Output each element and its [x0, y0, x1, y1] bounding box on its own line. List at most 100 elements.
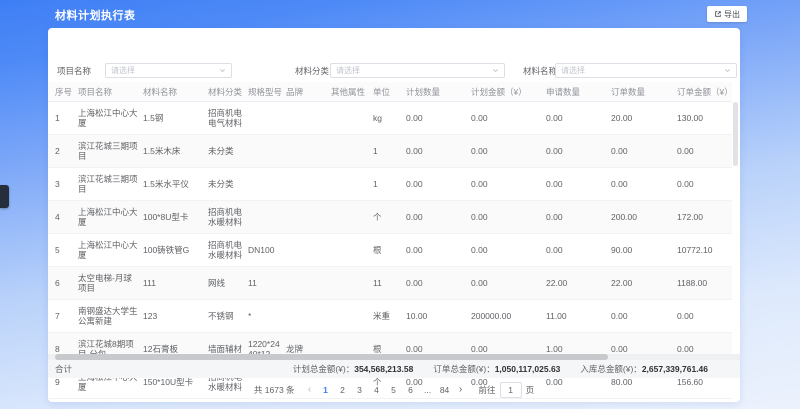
pager-page[interactable]: 1 [320, 385, 332, 395]
cell: 111 [143, 267, 208, 300]
pager-page[interactable]: 3 [354, 385, 366, 395]
cell: 上海松江中心大厦 [78, 201, 143, 234]
cell [331, 234, 373, 267]
filter-label-project: 项目名称 [57, 64, 91, 78]
cell: 123 [143, 300, 208, 333]
cell: 个 [373, 201, 406, 234]
material-category-select[interactable]: 请选择 [330, 63, 505, 78]
cell: 22.00 [546, 267, 611, 300]
cell: 未分类 [208, 135, 248, 168]
material-name-placeholder: 请选择 [561, 65, 585, 76]
cell: 不锈钢 [208, 300, 248, 333]
prev-page-button[interactable]: ‹ [305, 385, 315, 395]
cell: 太空电梯-月球项目 [78, 267, 143, 300]
next-page-button[interactable]: › [456, 385, 466, 395]
cell [286, 102, 331, 135]
chevron-down-icon [492, 67, 499, 74]
cell: 滨江花城三期项目 [78, 135, 143, 168]
table-row: 4上海松江中心大厦100*8U型卡招商机电 水暖材料个0.000.000.002… [48, 201, 732, 234]
cell: 11.00 [546, 300, 611, 333]
cell: 0.00 [406, 102, 471, 135]
column-header: 计划数量 [406, 82, 471, 102]
cell: 招商机电 电气材料 [208, 102, 248, 135]
pager-pages: 123456... 84 [320, 385, 451, 395]
export-button[interactable]: 导出 [707, 6, 747, 22]
cell: 200000.00 [471, 300, 546, 333]
goto-page-group: 前往 页 [479, 382, 535, 398]
materials-table: 序号项目名称材料名称材料分类规格型号品牌其他属性单位计划数量计划金额（¥）申请数… [48, 82, 732, 399]
cell [286, 234, 331, 267]
goto-page-input[interactable] [500, 382, 522, 398]
pager-page[interactable]: 5 [388, 385, 400, 395]
inbound-total-value: 2,657,339,761.46 [642, 364, 708, 374]
cell: 11 [373, 267, 406, 300]
cell: 1 [373, 168, 406, 201]
cell: 0.00 [406, 201, 471, 234]
cell: 1.5钢 [143, 102, 208, 135]
cell: 1.5米水平仪 [143, 168, 208, 201]
column-header: 计划金额（¥） [471, 82, 546, 102]
chevron-down-icon [724, 67, 731, 74]
pager-page[interactable]: 84 [439, 385, 451, 395]
cell: 0.00 [677, 300, 732, 333]
project-name-select[interactable]: 请选择 [105, 63, 232, 78]
column-header: 申请数量 [546, 82, 611, 102]
export-button-label: 导出 [724, 9, 740, 20]
pager-page[interactable]: 6 [405, 385, 417, 395]
cell: 4 [48, 201, 78, 234]
cell: 0.00 [406, 234, 471, 267]
cell: 未分类 [208, 168, 248, 201]
cell: 1 [48, 102, 78, 135]
cell [331, 300, 373, 333]
pager-ellipsis: ... [422, 385, 434, 395]
cell: 0.00 [611, 168, 677, 201]
cell: DN100 [248, 234, 286, 267]
cell: 0.00 [471, 234, 546, 267]
cell: 0.00 [546, 234, 611, 267]
vertical-scrollbar-thumb[interactable] [733, 102, 738, 166]
cell: 南钢盛达大学生公寓新建 [78, 300, 143, 333]
sidebar-toggle-handle[interactable] [0, 185, 9, 208]
content-card: 项目名称 请选择 材料分类 请选择 材料名称 请选择 搜索 清空搜索 序号项目名… [48, 28, 740, 402]
cell [286, 201, 331, 234]
cell: 0.00 [677, 168, 732, 201]
column-header: 其他属性 [331, 82, 373, 102]
material-category-placeholder: 请选择 [336, 65, 360, 76]
cell [331, 102, 373, 135]
pager-page[interactable]: 2 [337, 385, 349, 395]
pager-page[interactable]: 4 [371, 385, 383, 395]
cell: 6 [48, 267, 78, 300]
cell [286, 168, 331, 201]
filter-label-material-name: 材料名称 [523, 64, 557, 78]
cell [248, 168, 286, 201]
cell: 200.00 [611, 201, 677, 234]
cell: 5 [48, 234, 78, 267]
cell: 根 [373, 234, 406, 267]
cell: 0.00 [471, 267, 546, 300]
table-row: 7南钢盛达大学生公寓新建123不锈钢*米重10.00200000.0011.00… [48, 300, 732, 333]
cell: 1 [373, 135, 406, 168]
project-name-placeholder: 请选择 [111, 65, 135, 76]
planned-total-label: 计划总金额(¥)： [293, 363, 354, 375]
cell: 90.00 [611, 234, 677, 267]
cell: 10.00 [406, 300, 471, 333]
cell: 0.00 [471, 201, 546, 234]
cell: 0.00 [406, 267, 471, 300]
column-header: 材料分类 [208, 82, 248, 102]
page-title: 材料计划执行表 [55, 7, 136, 23]
cell [248, 201, 286, 234]
material-name-select[interactable]: 请选择 [555, 63, 737, 78]
column-header: 品牌 [286, 82, 331, 102]
vertical-scrollbar[interactable] [733, 102, 738, 352]
table-row: 2滨江花城三期项目1.5米木床未分类10.000.000.000.000.00 [48, 135, 732, 168]
cell: 0.00 [471, 135, 546, 168]
cell: 1.5米木床 [143, 135, 208, 168]
cell: 0.00 [546, 102, 611, 135]
chevron-down-icon [219, 67, 226, 74]
column-header: 序号 [48, 82, 78, 102]
order-total: 订单总金额(¥)： 1,050,117,025.63 [433, 363, 560, 375]
cell: 0.00 [406, 168, 471, 201]
summary-label: 合计 [55, 363, 72, 375]
cell: 0.00 [611, 300, 677, 333]
cell [331, 168, 373, 201]
